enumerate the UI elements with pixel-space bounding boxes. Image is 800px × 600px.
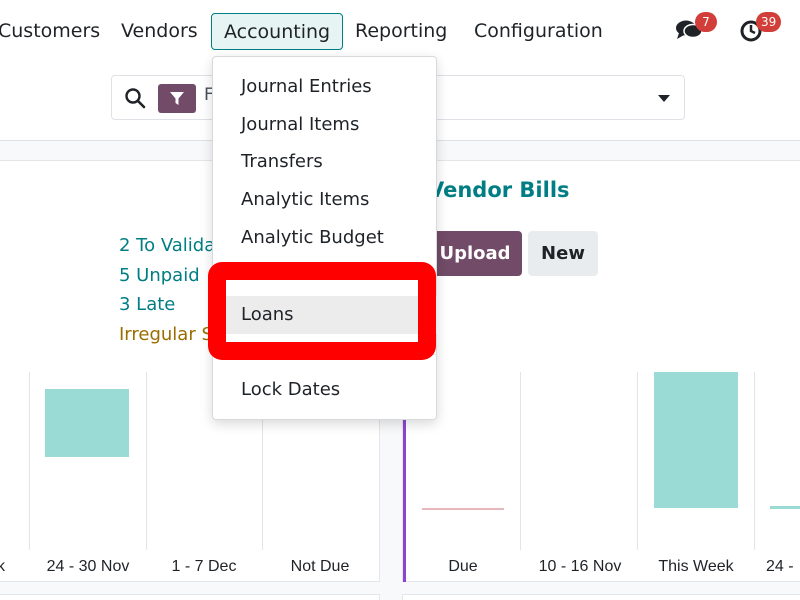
chart-gridline [146, 372, 147, 550]
upload-button[interactable]: Upload [428, 231, 522, 276]
search-options-toggle-icon[interactable] [658, 95, 670, 102]
right-x-label: This Week [658, 558, 734, 575]
menu-item-lock-dates[interactable]: Lock Dates [213, 372, 437, 408]
nav-accounting[interactable]: Accounting [211, 13, 344, 50]
stat-irregular[interactable]: Irregular S [119, 324, 213, 345]
stat-late[interactable]: 3 Late [119, 294, 175, 315]
right-chart-bar-due [422, 508, 504, 510]
chart-gridline [637, 372, 638, 550]
accounting-dropdown-menu: Journal Entries Journal Items Transfers … [212, 56, 437, 420]
filter-icon [170, 92, 184, 105]
left-x-label: 24 - 30 Nov [46, 558, 130, 575]
right-x-label: Due [448, 558, 478, 575]
card-below-left [0, 594, 380, 600]
messages-button[interactable]: 7 [675, 12, 717, 46]
nav-configuration[interactable]: Configuration [474, 13, 603, 49]
left-x-label: k [0, 558, 5, 575]
menu-item-loans[interactable]: Loans [213, 296, 437, 334]
messages-badge: 7 [695, 12, 717, 32]
menu-divider [213, 354, 437, 355]
nav-reporting[interactable]: Reporting [355, 13, 447, 49]
activities-button[interactable]: 39 [740, 12, 782, 48]
search-icon[interactable] [124, 87, 146, 109]
menu-item-analytic-budget[interactable]: Analytic Budget [213, 220, 437, 256]
nav-customers[interactable]: Customers [0, 13, 100, 49]
menu-divider [213, 268, 437, 269]
chart-gridline [520, 372, 521, 550]
vendor-bills-card [402, 160, 800, 582]
left-x-label: Not Due [290, 558, 350, 575]
stat-to-validate[interactable]: 2 To Valida [119, 235, 215, 256]
stat-unpaid[interactable]: 5 Unpaid [119, 265, 200, 286]
left-chart-bar-24-30-nov [45, 389, 129, 457]
right-chart-bar-this-week [654, 372, 738, 508]
top-navbar: Customers Vendors Accounting Reporting C… [0, 0, 800, 62]
card-below-right [402, 594, 800, 600]
left-x-label: 1 - 7 Dec [171, 558, 237, 575]
right-x-label: 10 - 16 Nov [538, 558, 622, 575]
menu-item-analytic-items[interactable]: Analytic Items [213, 182, 437, 218]
nav-vendors[interactable]: Vendors [121, 13, 198, 49]
menu-item-transfers[interactable]: Transfers [213, 144, 437, 180]
menu-item-journal-items[interactable]: Journal Items [213, 107, 437, 143]
chart-gridline [754, 372, 755, 550]
new-button[interactable]: New [528, 231, 598, 276]
menu-item-journal-entries[interactable]: Journal Entries [213, 69, 437, 105]
chart-gridline [29, 372, 30, 550]
filter-facet[interactable] [158, 84, 196, 113]
activities-badge: 39 [756, 12, 782, 32]
right-x-label: 24 - [766, 558, 794, 575]
right-chart-bar-next [770, 506, 800, 509]
vendor-bills-title[interactable]: Vendor Bills [428, 178, 570, 202]
